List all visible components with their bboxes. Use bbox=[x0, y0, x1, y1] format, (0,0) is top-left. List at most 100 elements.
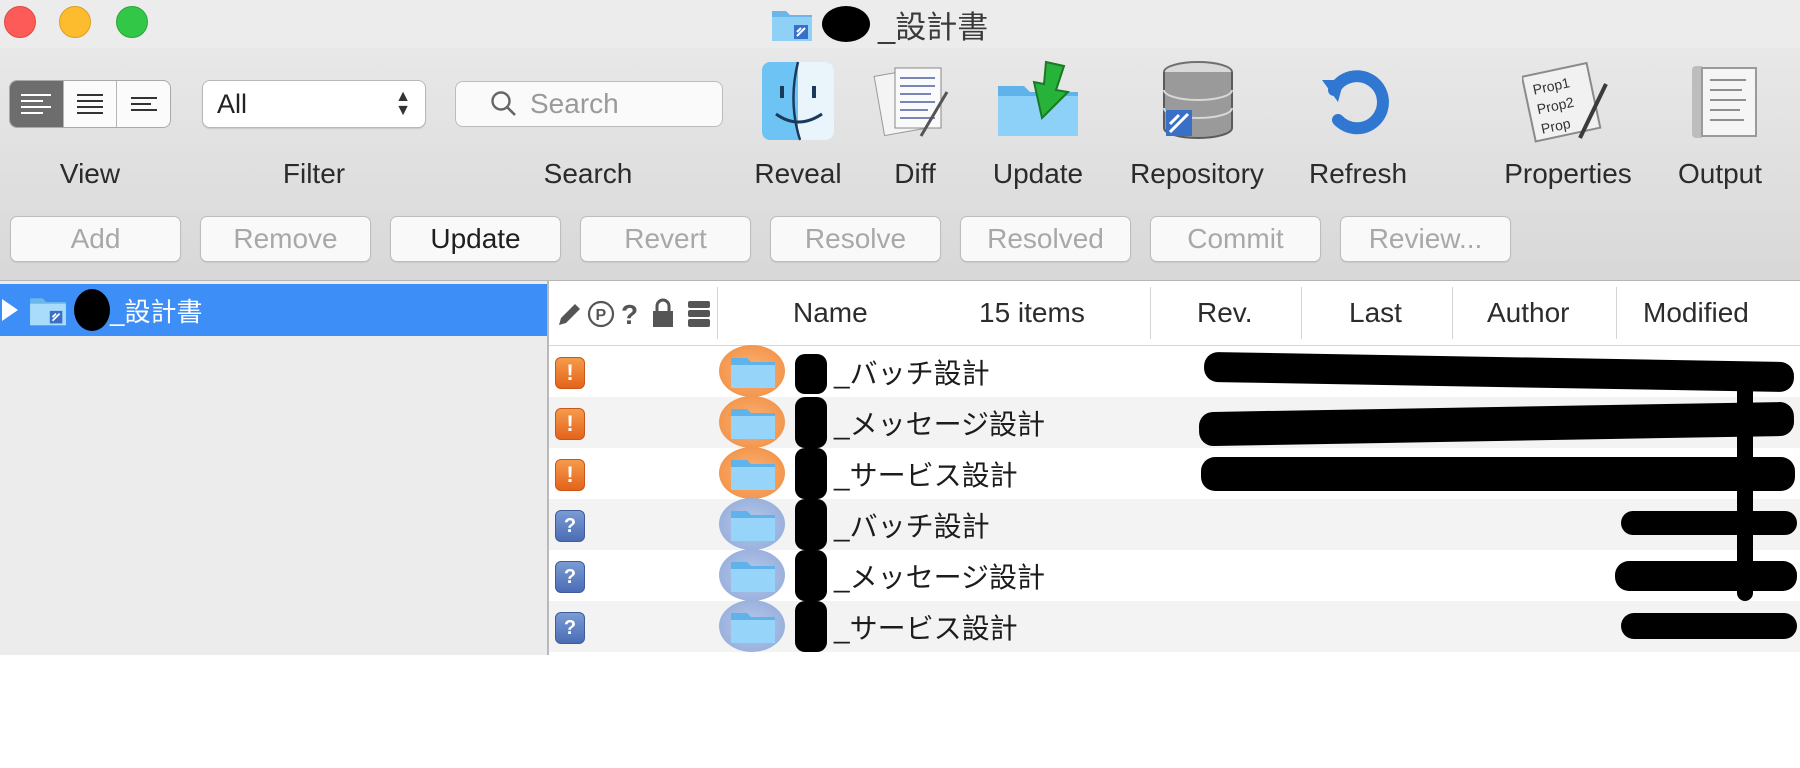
minimize-window-button[interactable] bbox=[59, 6, 91, 38]
finder-face-icon[interactable] bbox=[758, 58, 838, 144]
remove-button[interactable]: Remove bbox=[200, 216, 371, 262]
file-list: P ? Name 15 items Rev. Last Author Modif… bbox=[549, 281, 1800, 655]
title-bar: _設計書 bbox=[0, 0, 1800, 48]
sidebar: _設計書 bbox=[0, 281, 549, 655]
column-separator[interactable] bbox=[1301, 287, 1302, 339]
redaction-mark bbox=[1615, 561, 1797, 591]
view-mode-segmented-control[interactable] bbox=[9, 80, 171, 128]
column-header-rev[interactable]: Rev. bbox=[1197, 281, 1253, 345]
working-copy-folder-icon bbox=[772, 11, 812, 41]
window-title-text: _設計書 bbox=[878, 9, 989, 45]
commit-button[interactable]: Commit bbox=[1150, 216, 1321, 262]
update-folder-arrow-icon[interactable] bbox=[994, 58, 1084, 144]
property-p-icon[interactable]: P bbox=[587, 299, 615, 329]
folder-icon bbox=[731, 562, 775, 592]
svg-text:P: P bbox=[596, 307, 607, 324]
file-name: _メッセージ設計 bbox=[834, 408, 1046, 440]
column-header-modified[interactable]: Modified bbox=[1643, 281, 1749, 345]
resolved-button[interactable]: Resolved bbox=[960, 216, 1131, 262]
redaction-mark bbox=[1737, 381, 1753, 601]
properties-label: Properties bbox=[1504, 158, 1632, 189]
filter-select[interactable]: All ▲ ▼ bbox=[202, 80, 426, 128]
sidebar-item-label: _設計書 bbox=[110, 296, 203, 327]
conflict-status-icon: ! bbox=[555, 459, 585, 491]
view-label: View bbox=[59, 158, 121, 189]
column-header-name[interactable]: Name bbox=[793, 281, 868, 345]
repository-database-icon[interactable] bbox=[1158, 58, 1238, 144]
diff-documents-icon[interactable] bbox=[873, 58, 953, 144]
review-button[interactable]: Review... bbox=[1340, 216, 1511, 262]
diff-label: Diff bbox=[894, 158, 936, 189]
sidebar-item-working-copy[interactable]: _設計書 bbox=[0, 284, 547, 336]
column-header-author[interactable]: Author bbox=[1487, 281, 1570, 345]
lock-icon[interactable] bbox=[649, 297, 677, 329]
search-label: Search bbox=[543, 158, 633, 189]
close-window-button[interactable] bbox=[4, 6, 36, 38]
redacted-mark bbox=[795, 601, 827, 652]
output-console-icon[interactable] bbox=[1684, 58, 1764, 144]
search-icon bbox=[491, 91, 516, 116]
unversioned-status-icon: ? bbox=[555, 561, 585, 593]
table-row[interactable]: ? _サービス設計 bbox=[549, 600, 1800, 652]
redaction-mark bbox=[1201, 457, 1795, 491]
view-tree-button[interactable] bbox=[64, 81, 118, 127]
align-indent-icon bbox=[130, 93, 157, 115]
app-window: _設計書 View All ▲ ▼ Filter Search Search R… bbox=[0, 0, 1800, 655]
redacted-mark bbox=[74, 289, 110, 331]
reveal-label: Reveal bbox=[754, 158, 842, 189]
conflict-status-icon: ! bbox=[555, 408, 585, 440]
file-name: _サービス設計 bbox=[834, 459, 1018, 491]
column-separator[interactable] bbox=[1452, 287, 1453, 339]
view-flat-button[interactable] bbox=[10, 81, 64, 127]
properties-tags-icon[interactable]: Prop1 Prop2 Prop bbox=[1522, 58, 1612, 144]
conflict-status-icon: ! bbox=[555, 357, 585, 389]
search-field[interactable]: Search bbox=[455, 81, 723, 127]
folder-icon bbox=[731, 613, 775, 643]
column-separator[interactable] bbox=[1150, 287, 1151, 339]
server-stack-icon[interactable] bbox=[685, 298, 713, 330]
table-row[interactable]: ? _バッチ設計 bbox=[549, 498, 1800, 550]
filter-value: All bbox=[217, 88, 248, 119]
update-label: Update bbox=[992, 158, 1084, 189]
add-button[interactable]: Add bbox=[10, 216, 181, 262]
view-outline-button[interactable] bbox=[117, 81, 170, 127]
svg-text:?: ? bbox=[621, 299, 638, 329]
updown-chevron-icon: ▲ ▼ bbox=[395, 88, 411, 119]
redaction-mark bbox=[1621, 613, 1797, 639]
file-name: _バッチ設計 bbox=[834, 357, 990, 389]
folder-icon bbox=[731, 511, 775, 541]
resolve-button[interactable]: Resolve bbox=[770, 216, 941, 262]
redacted-mark bbox=[795, 397, 827, 448]
disclosure-triangle-icon[interactable] bbox=[2, 299, 18, 321]
refresh-label: Refresh bbox=[1308, 158, 1408, 189]
redacted-mark bbox=[795, 448, 827, 499]
repository-label: Repository bbox=[1130, 158, 1264, 189]
working-copy-folder-icon bbox=[30, 298, 66, 326]
window-title: _設計書 bbox=[770, 4, 989, 45]
redacted-mark bbox=[795, 499, 827, 550]
question-mark-icon[interactable]: ? bbox=[619, 299, 641, 329]
refresh-arrow-icon[interactable] bbox=[1318, 58, 1398, 144]
update-button[interactable]: Update bbox=[390, 216, 561, 262]
output-label: Output bbox=[1677, 158, 1763, 189]
align-left-icon bbox=[21, 90, 52, 118]
search-placeholder: Search bbox=[530, 88, 619, 119]
file-name: _メッセージ設計 bbox=[834, 561, 1046, 593]
column-separator[interactable] bbox=[1616, 287, 1617, 339]
table-row[interactable]: ? _メッセージ設計 bbox=[549, 549, 1800, 601]
folder-icon bbox=[731, 358, 775, 388]
unversioned-status-icon: ? bbox=[555, 510, 585, 542]
unversioned-status-icon: ? bbox=[555, 612, 585, 644]
redaction-mark bbox=[1621, 511, 1797, 535]
column-header-last[interactable]: Last bbox=[1349, 281, 1402, 345]
file-name: _バッチ設計 bbox=[834, 510, 990, 542]
column-separator[interactable] bbox=[717, 287, 718, 339]
redacted-mark bbox=[795, 354, 827, 394]
filter-label: Filter bbox=[282, 158, 346, 189]
redacted-mark bbox=[822, 6, 870, 42]
pencil-icon[interactable] bbox=[553, 299, 583, 329]
zoom-window-button[interactable] bbox=[116, 6, 148, 38]
align-justify-icon bbox=[77, 90, 103, 118]
revert-button[interactable]: Revert bbox=[580, 216, 751, 262]
folder-icon bbox=[731, 409, 775, 439]
